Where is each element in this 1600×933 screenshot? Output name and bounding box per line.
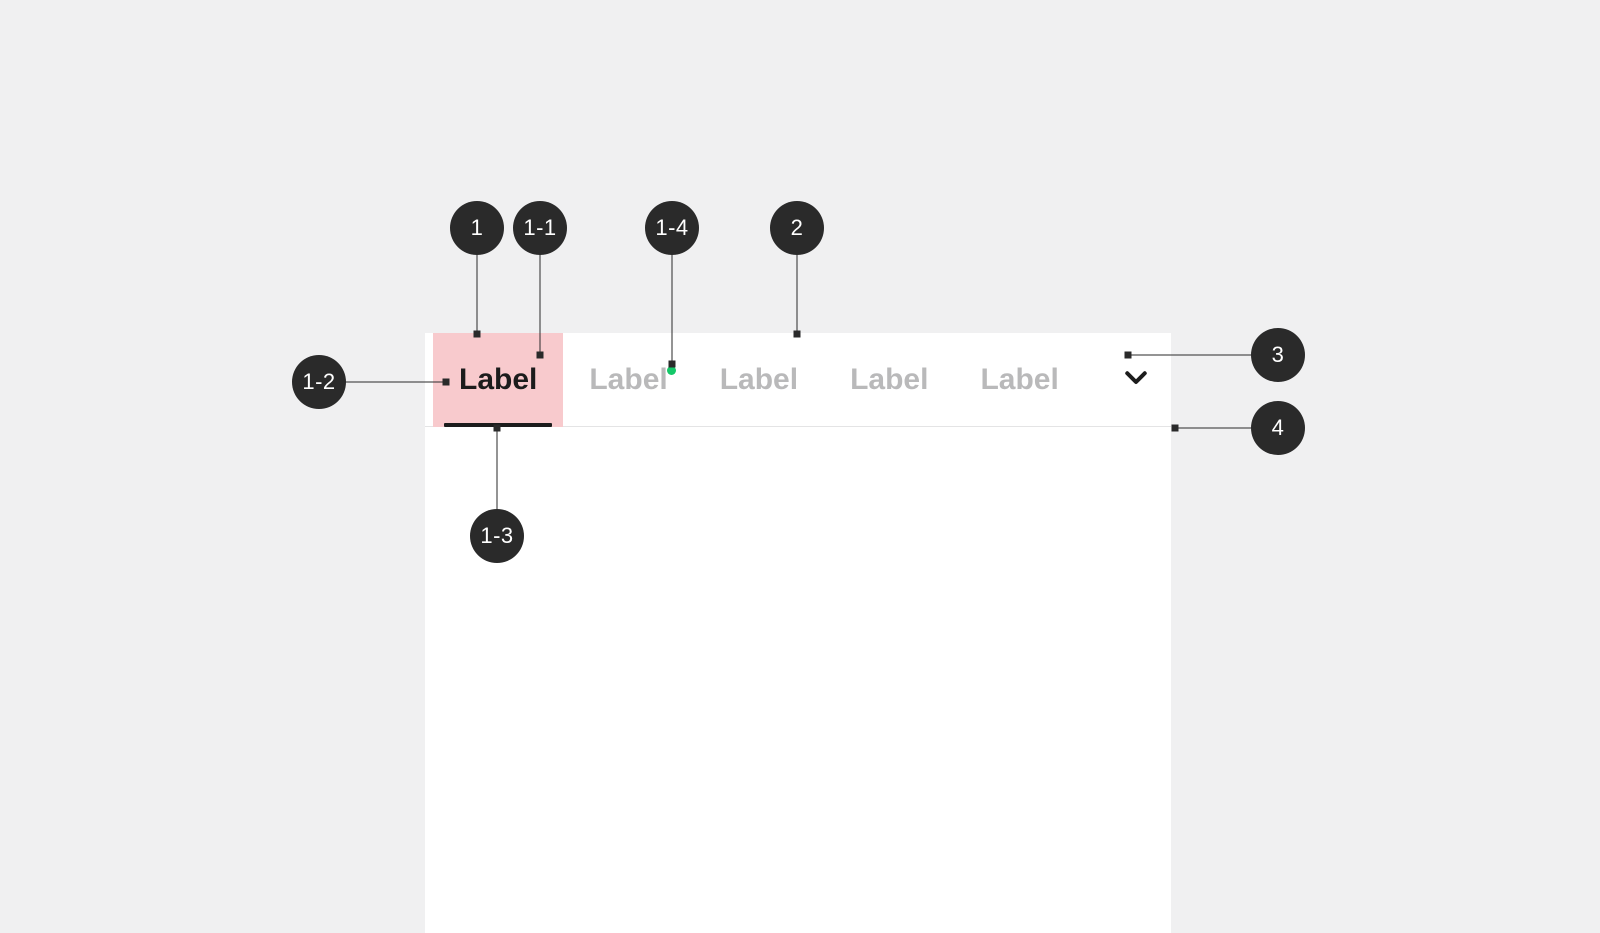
tab-2[interactable]: Label (563, 333, 693, 427)
tab-3-label: Label (720, 363, 798, 397)
tab-active-underline (444, 423, 552, 427)
tab-4-label: Label (850, 363, 928, 397)
tab-5-label: Label (980, 363, 1058, 397)
card-panel: Label Label Label Label Label (425, 333, 1171, 933)
annotation-bubble-1-2: 1-2 (292, 355, 346, 409)
notification-dot-icon (667, 366, 676, 375)
tab-2-label: Label (589, 363, 667, 397)
tab-1-label: Label (459, 363, 537, 397)
overflow-menu-button[interactable] (1111, 333, 1171, 427)
tab-4[interactable]: Label (824, 333, 954, 427)
tab-3[interactable]: Label (694, 333, 824, 427)
tab-1[interactable]: Label (433, 333, 563, 427)
annotation-bubble-4: 4 (1251, 401, 1305, 455)
annotation-bubble-1-1: 1-1 (513, 201, 567, 255)
annotation-bubble-3: 3 (1251, 328, 1305, 382)
chevron-down-icon (1121, 362, 1151, 397)
annotation-bubble-2: 2 (770, 201, 824, 255)
annotation-bubble-1-4: 1-4 (645, 201, 699, 255)
tab-5[interactable]: Label (954, 333, 1084, 427)
annotation-bubble-1: 1 (450, 201, 504, 255)
tab-bar: Label Label Label Label Label (425, 333, 1171, 427)
